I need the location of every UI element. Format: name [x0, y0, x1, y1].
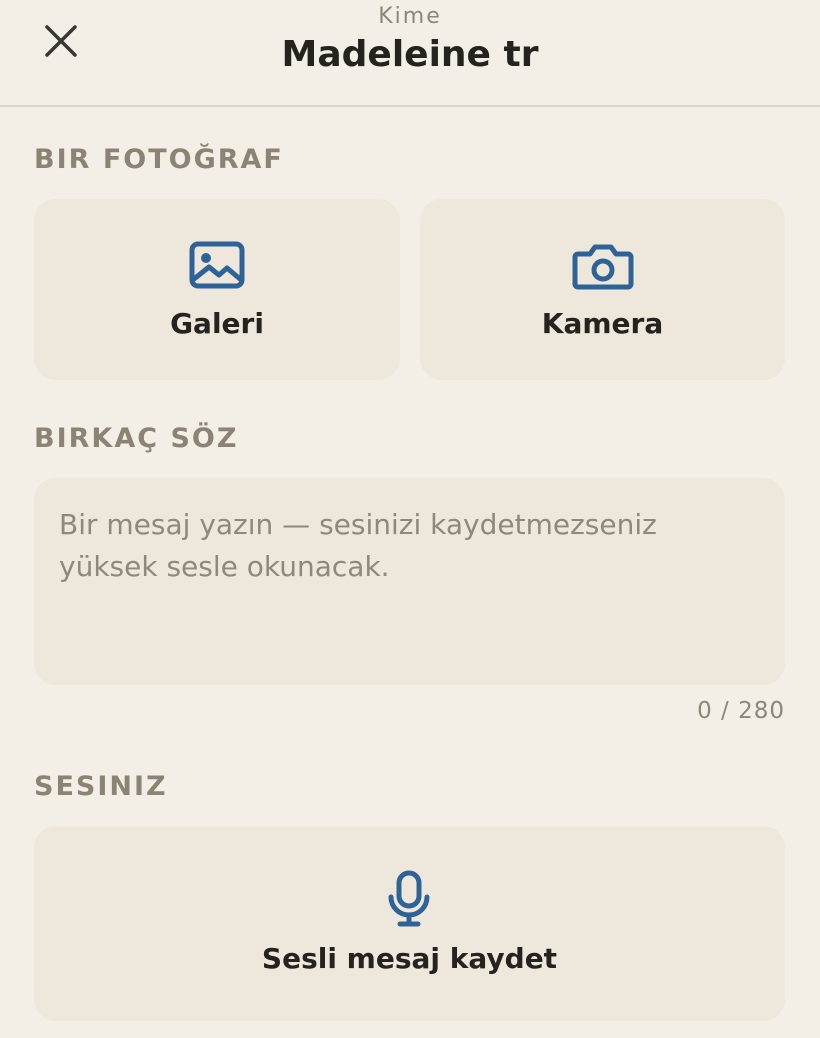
recipient-name: Madeleine tr — [281, 34, 539, 75]
record-voice-label: Sesli mesaj kaydet — [261, 942, 558, 975]
camera-icon — [572, 241, 634, 291]
message-section-label: BIRKAÇ SÖZ — [34, 423, 239, 454]
camera-label: Kamera — [541, 307, 664, 340]
gallery-button[interactable]: Galeri — [34, 199, 400, 380]
voice-section-label: SESINIZ — [34, 771, 168, 802]
microphone-icon — [386, 870, 432, 928]
photo-section-label: BIR FOTOĞRAF — [34, 144, 284, 175]
character-counter: 0 / 280 — [697, 698, 785, 724]
recipient-caption: Kime — [378, 4, 442, 29]
image-icon — [189, 239, 245, 291]
camera-button[interactable]: Kamera — [420, 199, 785, 380]
header: Kime Madeleine tr — [0, 0, 820, 107]
gallery-label: Galeri — [170, 307, 264, 340]
message-input[interactable] — [34, 478, 785, 685]
record-voice-button[interactable]: Sesli mesaj kaydet — [34, 826, 785, 1021]
